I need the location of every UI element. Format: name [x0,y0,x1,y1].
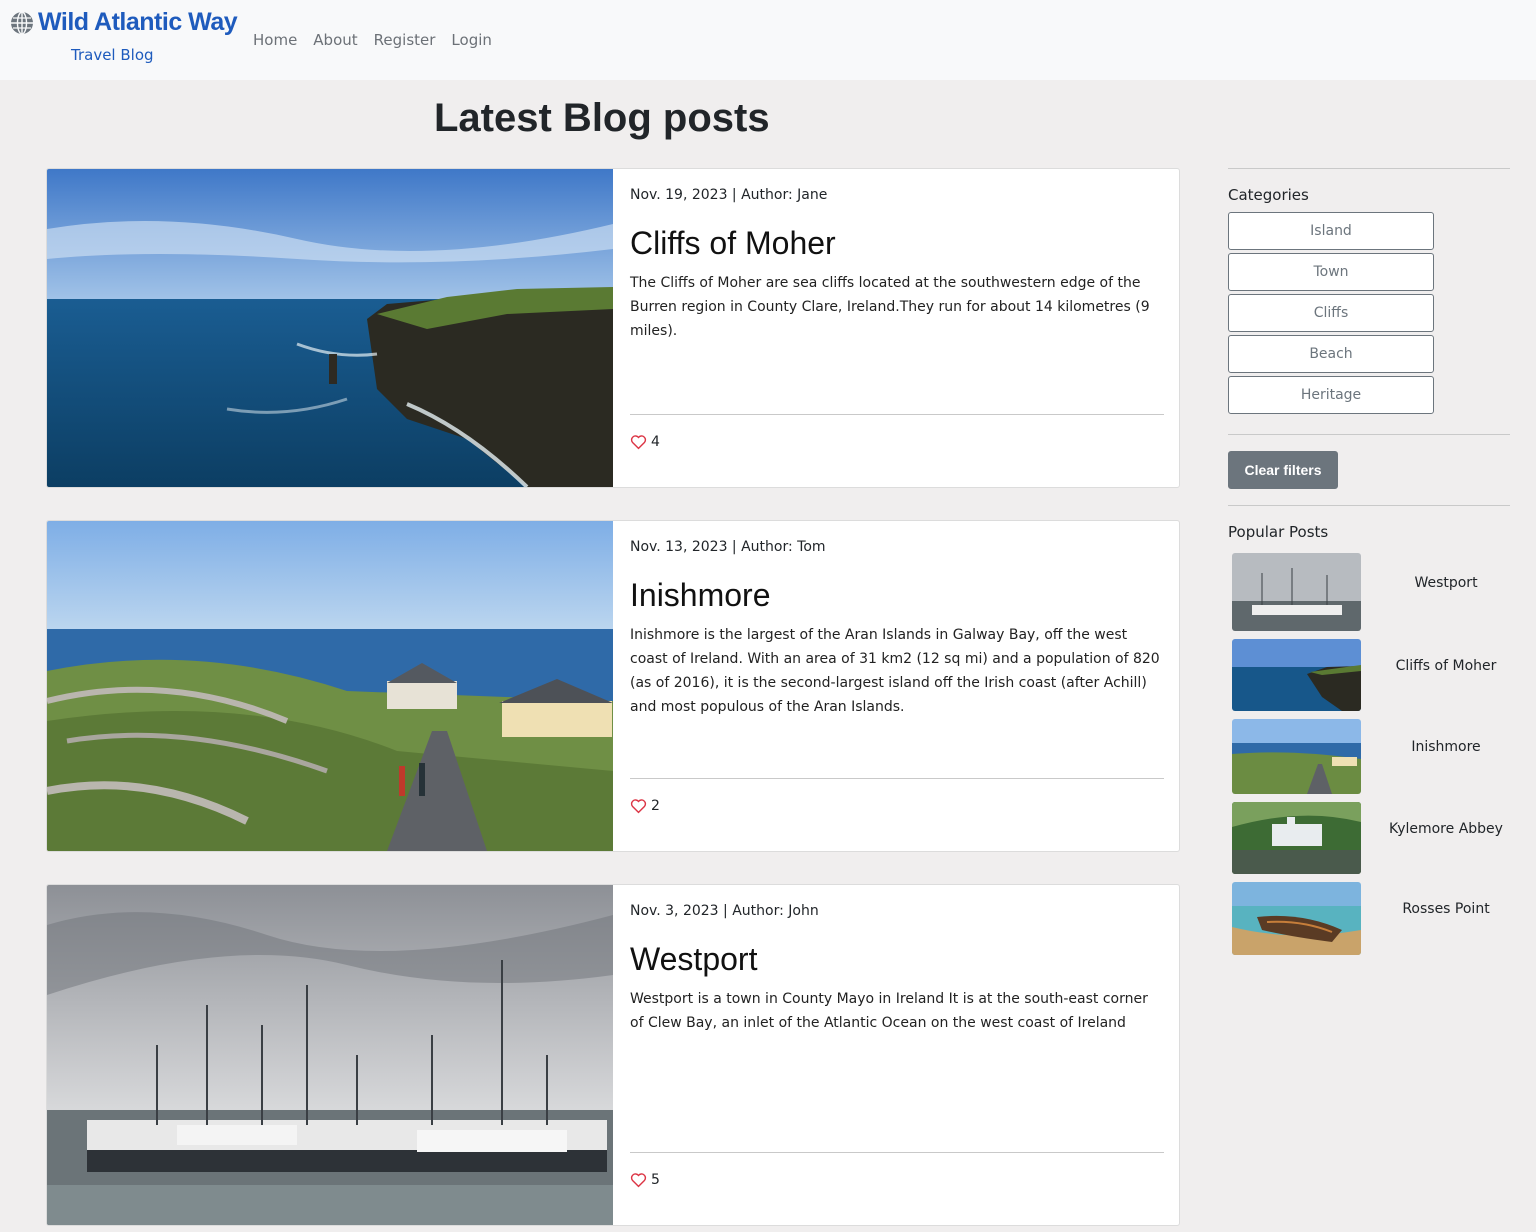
post-meta: Nov. 19, 2023 | Author: Jane [630,187,828,203]
nav-home[interactable]: Home [253,31,297,49]
like-count: 2 [651,798,660,814]
brand-subtitle: Travel Blog [71,46,154,64]
post-excerpt: Inishmore is the largest of the Aran Isl… [630,627,1160,715]
post-divider [630,778,1164,779]
post-card: Nov. 3, 2023 | Author: John Westport Wes… [46,884,1180,1226]
clear-filters-button[interactable]: Clear filters [1228,451,1338,489]
popular-post-label[interactable]: Kylemore Abbey [1361,821,1531,837]
post-card: Nov. 13, 2023 | Author: Tom Inishmore In… [46,520,1180,852]
category-island-button[interactable]: Island [1228,212,1434,250]
category-beach-button[interactable]: Beach [1228,335,1434,373]
post-title[interactable]: Cliffs of Moher [630,225,836,262]
popular-post-item[interactable]: Kylemore Abbey [1232,802,1510,874]
post-image-westport[interactable] [47,885,613,1225]
heart-icon [630,435,647,450]
post-body: Nov. 19, 2023 | Author: Jane Cliffs of M… [630,169,1164,487]
nav-about[interactable]: About [313,31,357,49]
category-town-button[interactable]: Town [1228,253,1434,291]
heart-icon [630,799,647,814]
like-button[interactable]: 4 [630,434,660,450]
popular-post-label[interactable]: Cliffs of Moher [1361,658,1531,674]
popular-thumb-inishmore[interactable] [1232,719,1361,794]
popular-post-item[interactable]: Cliffs of Moher [1232,639,1510,711]
sidebar-divider [1228,505,1510,506]
nav-links: Home About Register Login [253,31,508,49]
brand-link[interactable]: Wild Atlantic Way [10,8,238,37]
like-count: 4 [651,434,660,450]
popular-post-label[interactable]: Inishmore [1361,739,1531,755]
categories-heading: Categories [1228,186,1309,204]
page-title: Latest Blog posts [434,96,770,140]
nav-register[interactable]: Register [374,31,436,49]
post-excerpt: The Cliffs of Moher are sea cliffs locat… [630,275,1150,339]
popular-posts-heading: Popular Posts [1228,523,1329,541]
popular-post-label[interactable]: Westport [1361,575,1531,591]
popular-post-item[interactable]: Westport [1232,553,1510,631]
post-image-cliffs[interactable] [47,169,613,487]
post-meta: Nov. 3, 2023 | Author: John [630,903,819,919]
post-card: Nov. 19, 2023 | Author: Jane Cliffs of M… [46,168,1180,488]
popular-post-item[interactable]: Rosses Point [1232,882,1510,955]
sidebar-divider [1228,168,1510,169]
post-image-inishmore[interactable] [47,521,613,851]
popular-thumb-westport[interactable] [1232,553,1361,631]
post-title[interactable]: Inishmore [630,577,771,614]
like-button[interactable]: 2 [630,798,660,814]
post-title[interactable]: Westport [630,941,757,978]
post-meta: Nov. 13, 2023 | Author: Tom [630,539,826,555]
post-divider [630,414,1164,415]
post-divider [630,1152,1164,1153]
globe-icon [11,10,33,35]
post-excerpt: Westport is a town in County Mayo in Ire… [630,991,1148,1031]
category-cliffs-button[interactable]: Cliffs [1228,294,1434,332]
nav-login[interactable]: Login [451,31,491,49]
popular-thumb-cliffs[interactable] [1232,639,1361,711]
like-count: 5 [651,1172,660,1188]
brand-title[interactable]: Wild Atlantic Way [38,8,238,37]
heart-icon [630,1173,647,1188]
popular-thumb-kylemore[interactable] [1232,802,1361,874]
popular-post-label[interactable]: Rosses Point [1361,901,1531,917]
like-button[interactable]: 5 [630,1172,660,1188]
navbar: Wild Atlantic Way Travel Blog Home About… [0,0,1536,80]
post-body: Nov. 13, 2023 | Author: Tom Inishmore In… [630,521,1164,851]
sidebar-divider [1228,434,1510,435]
popular-post-item[interactable]: Inishmore [1232,719,1510,794]
popular-thumb-rosses-point[interactable] [1232,882,1361,955]
post-body: Nov. 3, 2023 | Author: John Westport Wes… [630,885,1164,1225]
category-heritage-button[interactable]: Heritage [1228,376,1434,414]
